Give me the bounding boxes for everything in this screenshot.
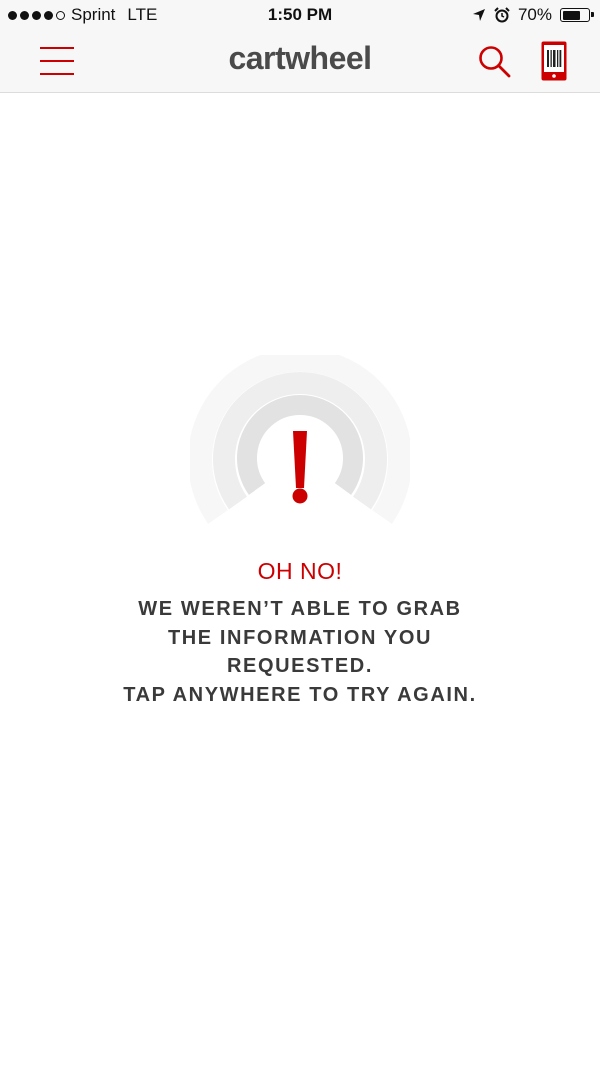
alarm-icon	[494, 7, 510, 23]
barcode-wallet-button[interactable]	[540, 40, 568, 82]
error-message-line: THE INFORMATION YOU	[167, 627, 433, 649]
battery-icon	[560, 8, 594, 22]
retry-instruction: TAP ANYWHERE TO TRY AGAIN.	[123, 684, 477, 706]
status-right: 70%	[472, 5, 594, 25]
error-message-line: REQUESTED.	[226, 655, 374, 677]
battery-percent: 70%	[517, 5, 552, 24]
location-arrow-icon	[472, 9, 485, 21]
nav-bar: cartwheel	[0, 32, 600, 93]
error-message-line: WE WEREN’T ABLE TO GRAB	[138, 598, 462, 620]
search-button[interactable]	[477, 44, 513, 80]
retry-tap-area[interactable]: OH NO! WE WEREN’T ABLE TO GRAB THE INFOR…	[0, 93, 600, 1067]
status-bar: Sprint LTE 1:50 PM 70%	[0, 0, 600, 32]
search-icon	[479, 46, 511, 78]
error-heading: OH NO!	[257, 558, 343, 584]
exclamation-signal-icon	[190, 355, 410, 524]
barcode-wallet-icon	[541, 41, 567, 81]
